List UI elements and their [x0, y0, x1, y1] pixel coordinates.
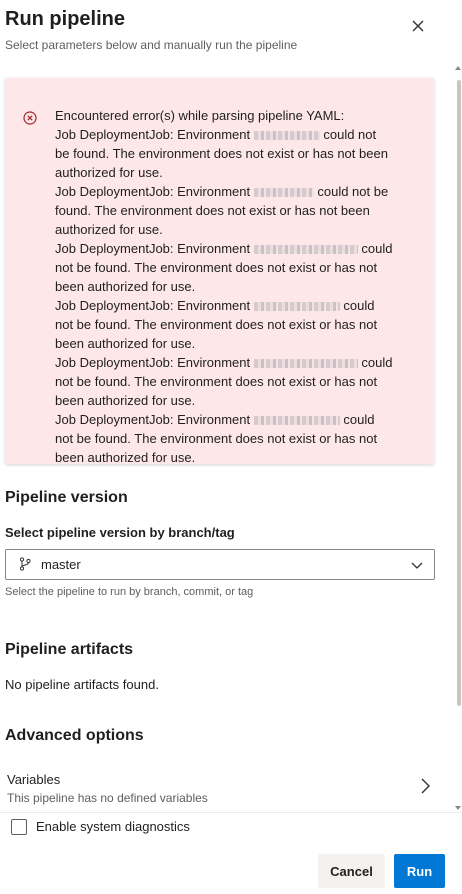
- scrollbar-down-arrow[interactable]: [455, 806, 461, 810]
- redacted-environment-name: [253, 245, 358, 255]
- error-entry: Job DeploymentJob: Environment could not…: [55, 412, 378, 465]
- error-entry: Job DeploymentJob: Environment could not…: [55, 127, 388, 180]
- chevron-down-icon: [411, 562, 423, 569]
- branch-helper-text: Select the pipeline to run by branch, co…: [5, 586, 254, 598]
- cancel-button[interactable]: Cancel: [318, 854, 385, 888]
- redacted-environment-name: [253, 302, 340, 312]
- redacted-environment-name: [253, 359, 358, 369]
- error-text: Encountered error(s) while parsing pipel…: [55, 106, 420, 467]
- error-message-bar: Encountered error(s) while parsing pipel…: [5, 78, 434, 467]
- branch-field-label: Select pipeline version by branch/tag: [5, 525, 235, 540]
- footer-divider: [0, 812, 462, 813]
- artifacts-empty-text: No pipeline artifacts found.: [5, 677, 159, 692]
- scrollbar-up-arrow[interactable]: [455, 66, 461, 70]
- scrollbar-thumb[interactable]: [457, 80, 461, 706]
- variables-description: This pipeline has no defined variables: [7, 791, 208, 805]
- error-entry: Job DeploymentJob: Environment could not…: [55, 184, 389, 237]
- error-circle-icon: [23, 111, 37, 125]
- branch-dropdown-value: master: [41, 557, 81, 572]
- diagnostics-checkbox[interactable]: [11, 819, 27, 835]
- run-button[interactable]: Run: [394, 854, 445, 888]
- chevron-right-icon: [421, 778, 430, 794]
- redacted-environment-name: [253, 188, 314, 198]
- scroll-area: Encountered error(s) while parsing pipel…: [0, 60, 456, 812]
- close-icon: [412, 20, 424, 32]
- advanced-options-heading: Advanced options: [5, 727, 144, 744]
- variables-row[interactable]: Variables This pipeline has no defined v…: [0, 760, 450, 812]
- branch-icon: [19, 557, 31, 571]
- redacted-environment-name: [253, 416, 340, 426]
- diagnostics-checkbox-label[interactable]: Enable system diagnostics: [36, 819, 190, 834]
- error-entry: Job DeploymentJob: Environment could not…: [55, 241, 393, 294]
- page-subtitle: Select parameters below and manually run…: [5, 38, 298, 52]
- pipeline-version-heading: Pipeline version: [5, 489, 128, 506]
- variables-label: Variables: [7, 772, 61, 787]
- page-title: Run pipeline: [5, 8, 125, 30]
- error-entry: Job DeploymentJob: Environment could not…: [55, 355, 393, 408]
- error-heading: Encountered error(s) while parsing pipel…: [55, 108, 345, 123]
- error-entry: Job DeploymentJob: Environment could not…: [55, 298, 378, 351]
- redacted-environment-name: [253, 131, 320, 141]
- branch-dropdown[interactable]: master: [5, 549, 435, 580]
- close-button[interactable]: [406, 14, 430, 38]
- pipeline-artifacts-heading: Pipeline artifacts: [5, 641, 134, 658]
